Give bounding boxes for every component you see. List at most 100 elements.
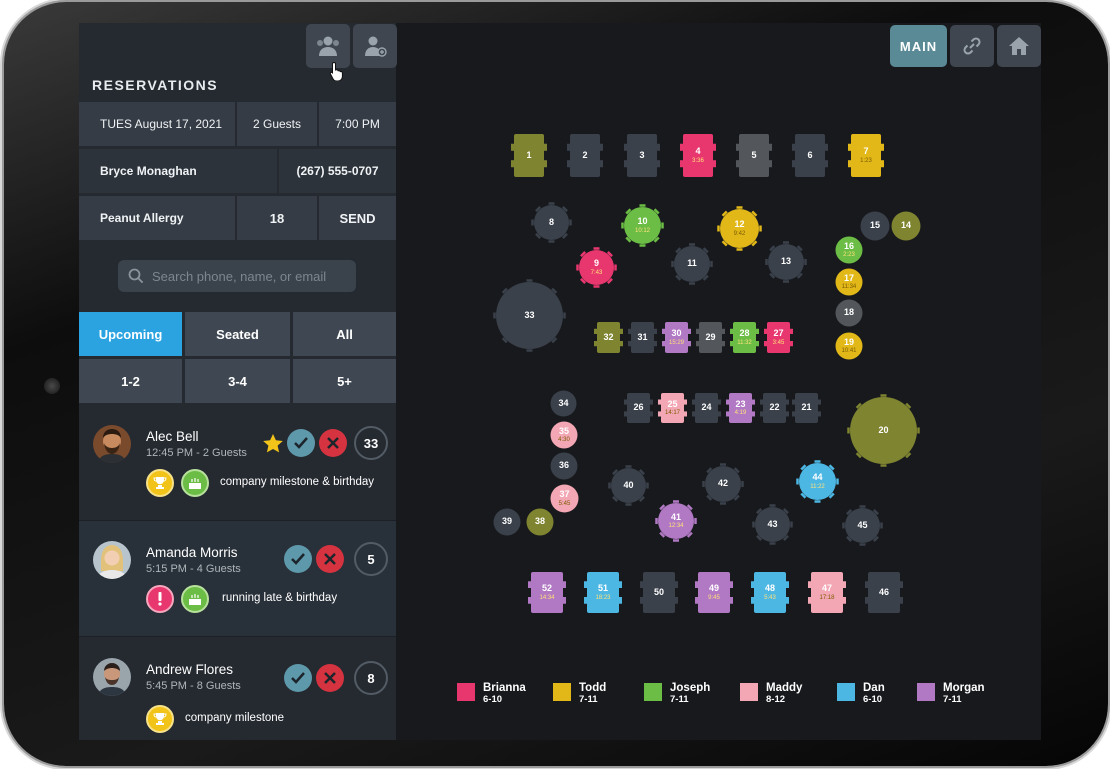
table-34[interactable]: 34	[550, 390, 577, 417]
add-guest-button[interactable]	[353, 24, 397, 68]
table-number: 46	[878, 586, 889, 597]
table-number: 44	[812, 472, 823, 483]
date-field[interactable]: TUES August 17, 2021	[79, 102, 235, 146]
table-32[interactable]: 32	[594, 320, 623, 355]
table-4[interactable]: 4 3:36	[680, 132, 716, 179]
filter-party-3-4[interactable]: 3-4	[185, 359, 290, 403]
legend-item: Maddy 8-12	[740, 682, 802, 704]
table-37[interactable]: 37 5:45	[550, 484, 579, 513]
close-icon	[324, 553, 336, 565]
table-15[interactable]: 15	[860, 211, 890, 241]
cancel-button[interactable]	[319, 429, 347, 457]
table-41[interactable]: 41 12:34	[655, 500, 697, 542]
phone-field[interactable]: (267) 555-0707	[279, 149, 396, 193]
table-25[interactable]: 25 14:17	[658, 391, 687, 425]
seat-button[interactable]	[284, 664, 312, 692]
table-12[interactable]: 12 9:42	[717, 206, 762, 251]
tab-upcoming[interactable]: Upcoming	[79, 312, 182, 356]
home-button[interactable]	[997, 25, 1041, 67]
table-number: 36	[558, 460, 569, 471]
table-count-badge: 33	[354, 426, 388, 460]
table-number: 7	[863, 146, 869, 157]
table-35[interactable]: 35 4:30	[550, 421, 578, 449]
table-2[interactable]: 2	[567, 132, 603, 179]
table-45[interactable]: 45	[842, 505, 883, 546]
table-33[interactable]: 33	[493, 279, 566, 352]
table-46[interactable]: 46	[865, 570, 903, 615]
table-49[interactable]: 49 9:45	[695, 570, 733, 615]
guest-count-field[interactable]: 2 Guests	[237, 102, 317, 146]
table-40[interactable]: 40	[608, 465, 649, 506]
list-item[interactable]: Andrew Flores 5:45 PM - 8 Guests 8 compa…	[79, 637, 396, 740]
trophy-icon	[146, 705, 174, 733]
search-input[interactable]	[152, 268, 342, 284]
table-23[interactable]: 23 4:19	[726, 391, 755, 425]
table-number: 9	[593, 258, 599, 269]
table-20[interactable]: 20	[847, 394, 920, 467]
table-31[interactable]: 31	[628, 320, 657, 355]
seat-button[interactable]	[287, 429, 315, 457]
time-field[interactable]: 7:00 PM	[319, 102, 396, 146]
table-number-field[interactable]: 18	[237, 196, 317, 240]
table-27[interactable]: 27 3:45	[764, 320, 793, 355]
send-button[interactable]: SEND	[319, 196, 396, 240]
cancel-button[interactable]	[316, 664, 344, 692]
legend-item: Todd 7-11	[553, 682, 606, 704]
tab-all[interactable]: All	[293, 312, 396, 356]
table-3[interactable]: 3	[624, 132, 660, 179]
cancel-button[interactable]	[316, 545, 344, 573]
table-26[interactable]: 26	[624, 391, 653, 425]
table-number: 14	[900, 220, 911, 231]
note-field[interactable]: Peanut Allergy	[79, 196, 235, 240]
filter-party-1-2[interactable]: 1-2	[79, 359, 182, 403]
table-timer: 4:19	[734, 410, 747, 417]
seat-button[interactable]	[284, 545, 312, 573]
table-42[interactable]: 42	[702, 463, 744, 505]
table-50[interactable]: 50	[640, 570, 678, 615]
table-52[interactable]: 52 14:34	[528, 570, 566, 615]
table-29[interactable]: 29	[696, 320, 725, 355]
table-9[interactable]: 9 7:43	[576, 247, 617, 288]
table-number: 41	[670, 511, 681, 522]
table-36[interactable]: 36	[550, 452, 578, 480]
table-51[interactable]: 51 18:23	[584, 570, 622, 615]
table-47[interactable]: 47 17:18	[808, 570, 846, 615]
reservation-list: Alec Bell 12:45 PM - 2 Guests 33 company…	[79, 405, 396, 740]
table-48[interactable]: 48 5:43	[751, 570, 789, 615]
filter-party-5-plus[interactable]: 5+	[293, 359, 396, 403]
legend-swatch	[553, 683, 571, 701]
table-16[interactable]: 16 2:23	[835, 236, 863, 264]
table-38[interactable]: 38	[526, 508, 554, 536]
list-item[interactable]: Alec Bell 12:45 PM - 2 Guests 33 company…	[79, 405, 396, 521]
table-5[interactable]: 5	[736, 132, 772, 179]
table-21[interactable]: 21	[792, 391, 821, 425]
table-17[interactable]: 17 11:34	[835, 268, 863, 296]
table-19[interactable]: 19 10:41	[835, 332, 863, 360]
tab-seated[interactable]: Seated	[185, 312, 290, 356]
table-10[interactable]: 10 10:12	[621, 204, 664, 247]
table-39[interactable]: 39	[493, 508, 521, 536]
reservations-sidebar: RESERVATIONS TUES August 17, 2021 2 Gues…	[79, 23, 397, 740]
table-8[interactable]: 8	[531, 202, 572, 243]
table-timer: 14:17	[664, 410, 680, 417]
table-11[interactable]: 11	[671, 243, 713, 285]
table-24[interactable]: 24	[692, 391, 721, 425]
main-view-button[interactable]: MAIN	[890, 25, 947, 67]
guest-name-field[interactable]: Bryce Monaghan	[79, 149, 277, 193]
table-22[interactable]: 22	[760, 391, 789, 425]
table-1[interactable]: 1	[511, 132, 547, 179]
list-item[interactable]: Amanda Morris 5:15 PM - 4 Guests 5 runni…	[79, 521, 396, 637]
star-icon[interactable]	[263, 434, 283, 453]
table-7[interactable]: 7 1:23	[848, 132, 884, 179]
table-44[interactable]: 44 11:22	[796, 460, 839, 503]
table-28[interactable]: 28 11:32	[730, 320, 759, 355]
table-14[interactable]: 14	[891, 211, 921, 241]
table-30[interactable]: 30 15:29	[662, 320, 691, 355]
table-6[interactable]: 6	[792, 132, 828, 179]
table-13[interactable]: 13	[765, 241, 807, 283]
trophy-icon	[146, 469, 174, 497]
link-button[interactable]	[950, 25, 994, 67]
table-number: 21	[801, 402, 812, 413]
table-18[interactable]: 18	[835, 299, 863, 327]
table-43[interactable]: 43	[752, 504, 793, 545]
